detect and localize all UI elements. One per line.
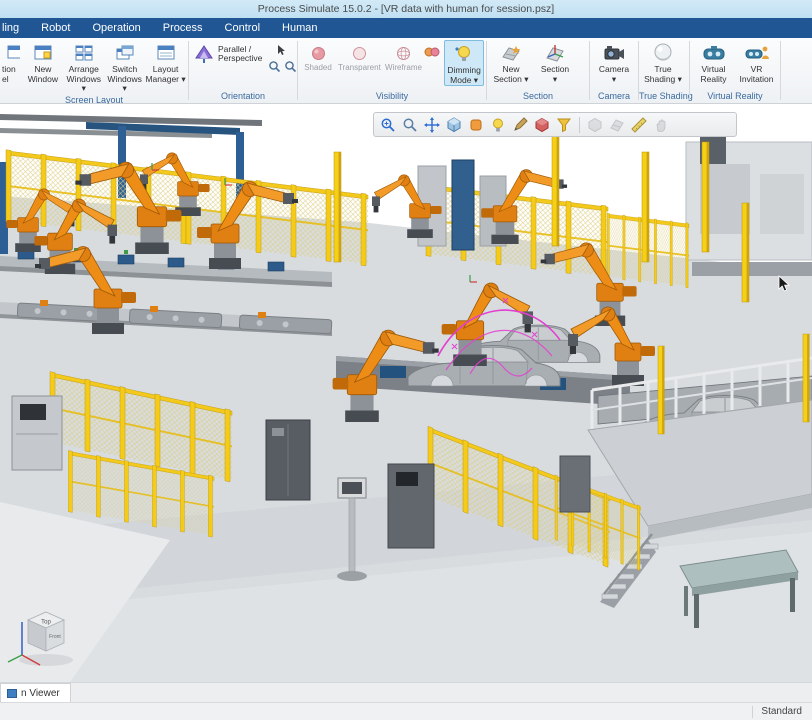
layout-manager-button[interactable]: Layout Manager ▾ — [145, 40, 186, 84]
measure-icon[interactable] — [586, 116, 604, 134]
display-pair-icon[interactable] — [424, 44, 440, 60]
view-cube-top-label[interactable]: Top — [41, 620, 51, 626]
group-label-orientation: Orientation — [189, 90, 297, 103]
new-window-icon — [33, 41, 53, 65]
arrange-windows-button[interactable]: Arrange Windows ▾ — [63, 40, 104, 94]
vr-invitation-icon — [745, 41, 769, 65]
pan-icon[interactable] — [423, 116, 441, 134]
shaded-icon — [311, 43, 326, 63]
ribbon-tab-bar: ling Robot Operation Process Control Hum… — [0, 18, 812, 38]
edit-markup-icon[interactable] — [511, 116, 529, 134]
group-camera: Camera ▾ Camera — [590, 38, 638, 103]
group-visibility: Shaded Transparent Wireframe — [298, 38, 486, 103]
window-panel-icon — [2, 41, 20, 65]
cut-off-button[interactable]: tion el — [2, 40, 22, 84]
solid-entity-icon[interactable] — [467, 116, 485, 134]
window-title-bar[interactable]: Process Simulate 15.0.2 - [VR data with … — [0, 0, 812, 18]
pan-hand-icon[interactable] — [652, 116, 670, 134]
group-label-true-shading: True Shading — [639, 90, 689, 103]
dimming-mode-button[interactable]: Dimming Mode ▾ — [444, 40, 484, 86]
zoom-in-small-icon[interactable] — [266, 58, 282, 74]
tab-modeling[interactable]: ling — [0, 18, 30, 38]
dimming-bulb-icon — [454, 42, 474, 66]
vr-headset-icon — [702, 41, 726, 65]
group-virtual-reality: Virtual Reality VR Invitation Virtual Re… — [690, 38, 780, 103]
switch-windows-icon — [115, 41, 135, 65]
tab-process[interactable]: Process — [152, 18, 214, 38]
shaded-button[interactable]: Shaded — [300, 40, 336, 72]
true-shading-button[interactable]: True Shading ▾ — [641, 40, 685, 84]
3d-scene[interactable]: Top Front — [0, 104, 812, 682]
perspective-icon — [193, 42, 215, 67]
display-bulb-icon[interactable] — [489, 116, 507, 134]
toolbar-separator — [579, 117, 580, 133]
zoom-in-icon[interactable] — [379, 116, 397, 134]
tab-robot[interactable]: Robot — [30, 18, 81, 38]
group-label-camera: Camera — [590, 90, 638, 103]
tab-control[interactable]: Control — [214, 18, 271, 38]
section-tool-icon[interactable] — [608, 116, 626, 134]
true-shading-sphere-icon — [652, 41, 674, 65]
view-cube-front-label[interactable]: Front — [49, 634, 61, 640]
group-screen-layout: tion el New Window Arrange Windows ▾ — [0, 38, 188, 103]
tab-operation[interactable]: Operation — [81, 18, 151, 38]
new-section-button[interactable]: New Section ▾ — [489, 40, 533, 84]
graphic-viewer-tab[interactable]: n Viewer — [0, 683, 71, 702]
group-label-visibility: Visibility — [298, 90, 486, 103]
viewer-tab-bar: n Viewer — [0, 682, 812, 702]
window-title: Process Simulate 15.0.2 - [VR data with … — [258, 3, 554, 15]
ruler-icon[interactable] — [630, 116, 648, 134]
view-orbit-icon[interactable] — [445, 116, 463, 134]
tab-human[interactable]: Human — [271, 18, 328, 38]
group-label-virtual-reality: Virtual Reality — [690, 90, 780, 103]
transparent-button[interactable]: Transparent — [336, 40, 383, 72]
switch-windows-button[interactable]: Switch Windows ▾ — [104, 40, 145, 94]
viewport-toolbar — [373, 112, 737, 137]
viewer-tab-icon — [7, 689, 17, 698]
group-orientation: Parallel / Perspective Orientation — [189, 38, 297, 103]
parallel-perspective-button[interactable]: Parallel / Perspective — [191, 40, 264, 69]
status-bar: Standard — [0, 702, 812, 720]
graphic-viewer-3d-viewport[interactable]: Top Front — [0, 104, 812, 682]
vr-invitation-button[interactable]: VR Invitation — [735, 40, 778, 84]
working-box-icon[interactable] — [533, 116, 551, 134]
section-icon — [544, 41, 566, 65]
ribbon: tion el New Window Arrange Windows ▾ — [0, 38, 812, 104]
group-true-shading: True Shading ▾ True Shading — [639, 38, 689, 103]
layout-manager-icon — [156, 41, 176, 65]
new-window-button[interactable]: New Window — [22, 40, 63, 84]
zoom-area-icon[interactable] — [401, 116, 419, 134]
camera-button[interactable]: Camera ▾ — [592, 40, 636, 84]
group-section: New Section ▾ Section ▾ Section — [487, 38, 589, 103]
section-button[interactable]: Section ▾ — [533, 40, 577, 84]
status-mode: Standard — [761, 706, 802, 717]
transparent-icon — [352, 43, 367, 63]
select-pointer-icon[interactable] — [274, 42, 290, 58]
camera-icon — [603, 41, 625, 65]
wireframe-button[interactable]: Wireframe — [383, 40, 424, 72]
wireframe-icon — [396, 43, 411, 63]
new-section-icon — [500, 41, 522, 65]
display-filter-icon[interactable] — [555, 116, 573, 134]
arrange-windows-icon — [74, 41, 94, 65]
group-label-section: Section — [487, 90, 589, 103]
virtual-reality-button[interactable]: Virtual Reality — [692, 40, 735, 84]
